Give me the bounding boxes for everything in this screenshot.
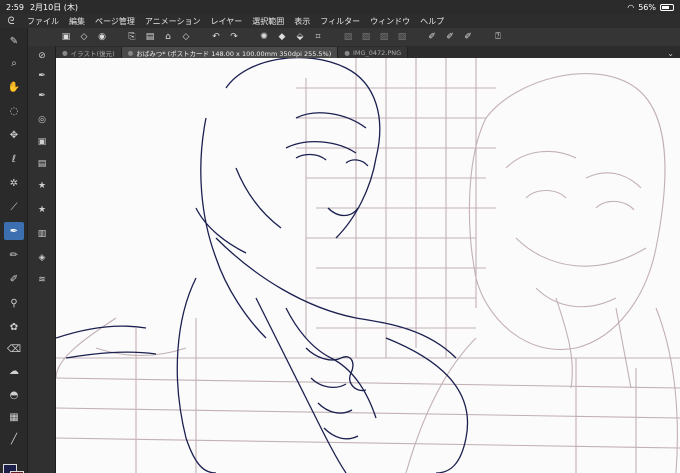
menu-animation[interactable]: アニメーション <box>140 16 206 27</box>
app-logo-icon[interactable]: ᘓ <box>0 16 22 27</box>
move-icon[interactable]: ✥ <box>4 126 24 144</box>
tab-close-icon[interactable]: ● <box>344 49 350 57</box>
tab-close-icon[interactable]: ● <box>62 49 68 57</box>
dropdown-icon[interactable]: ◇ <box>76 30 92 44</box>
status-time: 2:59 <box>6 2 24 12</box>
background-sketch <box>56 58 680 473</box>
tool-palette: ✎ ⌕ ✋ ◌ ✥ ℓ ✲ ⟋ ✒ ✏ ✐ ⚲ ✿ ⌫ ☁ ◓ ▦ ╱ <box>0 28 28 473</box>
battery-icon <box>660 3 674 11</box>
tab-label: おばみつ* (ポストカード 148.00 x 100.00mm 350dpi 2… <box>136 49 332 58</box>
fill-icon[interactable]: ◆ <box>274 30 290 44</box>
menu-bar: ᘓ ファイル 編集 ページ管理 アニメーション レイヤー 選択範囲 表示 フィル… <box>0 14 680 28</box>
new-canvas-icon[interactable]: ▣ <box>58 30 74 44</box>
pencil-icon[interactable]: ✏ <box>4 246 24 264</box>
layers-icon[interactable]: ≋ <box>33 272 51 288</box>
snap-icon[interactable]: ✐ <box>442 30 458 44</box>
undo-icon[interactable]: ↶ <box>208 30 224 44</box>
ruler-icon[interactable]: ✐ <box>424 30 440 44</box>
menu-view[interactable]: 表示 <box>289 16 315 27</box>
print-icon[interactable]: ⌂ <box>160 30 176 44</box>
menu-layer[interactable]: レイヤー <box>206 16 248 27</box>
view-icon[interactable]: ◉ <box>94 30 110 44</box>
gpen-subtool-icon[interactable]: ✒ <box>33 68 51 84</box>
mask-icon[interactable]: ▨ <box>394 30 410 44</box>
blend-icon[interactable]: ☁ <box>4 362 24 380</box>
mapping-pen-icon[interactable]: ✒ <box>33 88 51 104</box>
ios-status-bar: 2:59 2月10日 (木) ◠ 56% <box>0 0 680 14</box>
tab-illust[interactable]: ● イラスト(復元) <box>56 47 122 58</box>
sub-tool-palette: ⊘ ✒ ✒ ◎ ▣ ▤ ★ ★ ▥ ◈ ≋ <box>28 46 56 473</box>
redo-icon[interactable]: ↷ <box>226 30 242 44</box>
status-right: ◠ 56% <box>627 3 674 12</box>
tab-label: IMG_0472.PNG <box>352 48 402 57</box>
chevron-down-icon[interactable]: ⌄ <box>661 49 680 58</box>
wifi-icon: ◠ <box>627 2 635 12</box>
menu-file[interactable]: ファイル <box>22 16 64 27</box>
deselect-icon[interactable]: ▨ <box>358 30 374 44</box>
lasso-select-icon[interactable]: ◌ <box>4 102 24 120</box>
tab-img[interactable]: ● IMG_0472.PNG <box>338 47 409 58</box>
export-icon[interactable]: ⎘ <box>124 30 140 44</box>
pen-icon[interactable]: ✎ <box>4 32 24 50</box>
tab-obamitsu[interactable]: ● おばみつ* (ポストカード 148.00 x 100.00mm 350dpi … <box>121 47 339 58</box>
pen-tool-active-icon[interactable]: ✒ <box>4 222 24 240</box>
menu-help[interactable]: ヘルプ <box>415 16 449 27</box>
decoration-icon[interactable]: ✿ <box>4 318 24 336</box>
snap-icon-2[interactable]: ✐ <box>460 30 476 44</box>
line-icon[interactable]: ╱ <box>4 430 24 448</box>
magic-wand-icon[interactable]: ✲ <box>4 174 24 192</box>
star-icon-2[interactable]: ★ <box>33 202 51 218</box>
document-tabs: ● イラスト(復元) ● おばみつ* (ポストカード 148.00 x 100.00… <box>56 46 680 58</box>
material-icon[interactable]: ▤ <box>33 156 51 172</box>
crop-icon[interactable]: ⌗ <box>310 30 326 44</box>
invert-icon[interactable]: ▨ <box>376 30 392 44</box>
select-icon[interactable]: ▨ <box>340 30 356 44</box>
eyedropper-icon[interactable]: ⟋ <box>4 198 24 216</box>
airbrush-icon[interactable]: ⚲ <box>4 294 24 312</box>
eraser-icon[interactable]: ⌫ <box>4 340 24 358</box>
brush-icon[interactable]: ✐ <box>4 270 24 288</box>
save-icon[interactable]: ▤ <box>142 30 158 44</box>
menu-page[interactable]: ページ管理 <box>90 16 140 27</box>
layer-icon[interactable]: ◈ <box>33 250 51 266</box>
navigator-icon[interactable]: ▣ <box>33 134 51 150</box>
status-date: 2月10日 (木) <box>29 2 79 12</box>
hand-icon[interactable]: ✋ <box>4 78 24 96</box>
dropdown-icon-2[interactable]: ◇ <box>178 30 194 44</box>
battery-percent: 56% <box>638 2 656 12</box>
artwork <box>56 58 680 473</box>
star-icon[interactable]: ★ <box>33 178 51 194</box>
menu-selection[interactable]: 選択範囲 <box>247 16 289 27</box>
pen-subtool-icon[interactable]: ⊘ <box>33 48 51 64</box>
help-icon[interactable]: ⍰ <box>490 30 506 44</box>
tab-close-icon[interactable]: ● <box>128 49 134 57</box>
lasso-icon[interactable]: ℓ <box>4 150 24 168</box>
palette-icon[interactable]: ▥ <box>33 226 51 242</box>
command-bar: ▣ ◇ ◉ ⎘ ▤ ⌂ ◇ ↶ ↷ ✺ ◆ ⬙ ⌗ ▨ ▨ ▨ ▨ ✐ ✐ ✐ … <box>28 28 680 46</box>
zoom-icon[interactable]: ⌕ <box>4 54 24 72</box>
tab-label: イラスト(復元) <box>70 49 115 58</box>
transform-icon[interactable]: ⬙ <box>292 30 308 44</box>
menu-window[interactable]: ウィンドウ <box>365 16 415 27</box>
menu-edit[interactable]: 編集 <box>64 16 90 27</box>
clip-studio-window: 2:59 2月10日 (木) ◠ 56% ᘓ ファイル 編集 ページ管理 アニメ… <box>0 0 680 473</box>
menu-filter[interactable]: フィルター <box>315 16 365 27</box>
fill-bucket-icon[interactable]: ◓ <box>4 386 24 404</box>
layer-property-icon[interactable]: ◎ <box>33 112 51 128</box>
settings-sun-icon[interactable]: ✺ <box>256 30 272 44</box>
drawing-canvas[interactable] <box>56 58 680 473</box>
gradient-icon[interactable]: ▦ <box>4 408 24 426</box>
